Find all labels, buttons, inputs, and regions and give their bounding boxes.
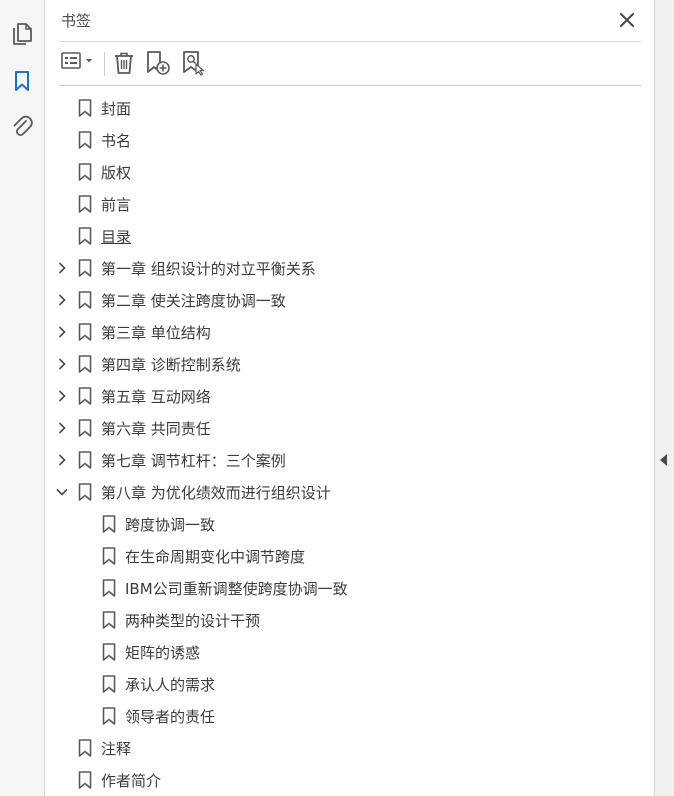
bookmark-item[interactable]: 前言 — [45, 188, 605, 220]
chevron-right-icon[interactable] — [55, 453, 69, 467]
bookmark-icon — [78, 323, 92, 341]
header-divider — [59, 41, 641, 42]
bookmark-item[interactable]: 两种类型的设计干预 — [45, 604, 605, 636]
bookmark-icon — [78, 259, 92, 277]
bookmark-label: 在生命周期变化中调节跨度 — [125, 548, 306, 566]
panel-title: 书签 — [61, 12, 92, 30]
bookmark-label: 第三章 单位结构 — [101, 324, 211, 342]
bookmark-item[interactable]: 跨度协调一致 — [45, 508, 605, 540]
left-tool-rail — [0, 0, 45, 796]
bookmark-icon — [102, 515, 116, 533]
find-current-bookmark-icon[interactable] — [179, 48, 207, 78]
bookmark-icon — [78, 771, 92, 789]
chevron-right-icon[interactable] — [55, 325, 69, 339]
bookmark-icon — [78, 163, 92, 181]
bookmark-item[interactable]: IBM公司重新调整使跨度协调一致 — [45, 572, 605, 604]
chevron-right-icon[interactable] — [55, 389, 69, 403]
delete-bookmark-icon[interactable] — [111, 48, 137, 78]
bookmark-item[interactable]: 第三章 单位结构 — [45, 316, 605, 348]
bookmark-icon — [78, 483, 92, 501]
bookmark-label: 第七章 调节杠杆：三个案例 — [101, 452, 286, 470]
bookmark-item[interactable]: 承认人的需求 — [45, 668, 605, 700]
bookmark-label: 矩阵的诱惑 — [125, 644, 201, 662]
bookmark-label: 注释 — [101, 740, 132, 758]
bookmark-item[interactable]: 作者简介 — [45, 764, 605, 796]
bookmark-icon — [78, 99, 92, 117]
bookmark-item[interactable]: 注释 — [45, 732, 605, 764]
bookmark-label: 第五章 互动网络 — [101, 388, 211, 406]
bookmark-icon — [78, 387, 92, 405]
toolbar-divider — [59, 85, 641, 86]
bookmark-icon — [78, 355, 92, 373]
toolbar-separator — [104, 52, 105, 76]
bookmark-icon — [78, 227, 92, 245]
bookmark-item[interactable]: 书名 — [45, 124, 605, 156]
bookmark-icon — [102, 643, 116, 661]
right-collapse-strip — [654, 0, 674, 796]
bookmark-label: 作者简介 — [101, 772, 162, 790]
bookmark-icon — [78, 291, 92, 309]
pages-icon[interactable] — [8, 20, 36, 48]
bookmark-item[interactable]: 第六章 共同责任 — [45, 412, 605, 444]
bookmark-item[interactable]: 第五章 互动网络 — [45, 380, 605, 412]
bookmark-item[interactable]: 第八章 为优化绩效而进行组织设计 — [45, 476, 605, 508]
bookmark-item[interactable]: 目录 — [45, 220, 605, 252]
bookmark-item[interactable]: 第四章 诊断控制系统 — [45, 348, 605, 380]
bookmark-label: 第一章 组织设计的对立平衡关系 — [101, 260, 316, 278]
chevron-right-icon[interactable] — [55, 421, 69, 435]
bookmark-label: 版权 — [101, 164, 132, 182]
bookmark-icon — [78, 195, 92, 213]
bookmark-item[interactable]: 领导者的责任 — [45, 700, 605, 732]
bookmark-label: 第四章 诊断控制系统 — [101, 356, 241, 374]
bookmark-label: 承认人的需求 — [125, 676, 216, 694]
bookmark-label: 书名 — [101, 132, 132, 150]
collapse-panel-arrow-icon[interactable] — [660, 451, 668, 470]
bookmark-label: 第六章 共同责任 — [101, 420, 211, 438]
bookmark-label: 领导者的责任 — [125, 708, 216, 726]
panel-header: 书签 — [45, 0, 645, 41]
bookmark-item[interactable]: 第一章 组织设计的对立平衡关系 — [45, 252, 605, 284]
bookmark-icon — [102, 547, 116, 565]
bookmark-label: 封面 — [101, 100, 132, 118]
bookmark-icon — [102, 611, 116, 629]
options-menu-icon — [60, 51, 96, 75]
bookmark-icon — [102, 707, 116, 725]
bookmark-label: 跨度协调一致 — [125, 516, 216, 534]
bookmark-label: 目录 — [101, 228, 132, 246]
bookmark-item[interactable]: 矩阵的诱惑 — [45, 636, 605, 668]
chevron-right-icon[interactable] — [55, 293, 69, 307]
close-icon[interactable] — [615, 8, 639, 32]
bookmark-label: IBM公司重新调整使跨度协调一致 — [125, 580, 348, 598]
chevron-right-icon[interactable] — [55, 357, 69, 371]
bookmark-label: 前言 — [101, 196, 132, 214]
bookmark-toolbar — [45, 44, 645, 84]
bookmark-icon — [78, 739, 92, 757]
bookmark-label: 第二章 使关注跨度协调一致 — [101, 292, 286, 310]
chevron-down-icon[interactable] — [55, 485, 69, 499]
bookmark-label: 两种类型的设计干预 — [125, 612, 261, 630]
bookmark-icon — [102, 675, 116, 693]
bookmark-icon — [102, 579, 116, 597]
new-bookmark-icon[interactable] — [144, 48, 172, 78]
bookmark-item[interactable]: 在生命周期变化中调节跨度 — [45, 540, 605, 572]
bookmarks-icon[interactable] — [8, 67, 36, 95]
attachments-icon[interactable] — [8, 112, 36, 140]
bookmark-icon — [78, 419, 92, 437]
options-menu-button[interactable] — [59, 48, 97, 78]
chevron-right-icon[interactable] — [55, 261, 69, 275]
bookmark-item[interactable]: 版权 — [45, 156, 605, 188]
bookmark-icon — [78, 131, 92, 149]
bookmark-label: 第八章 为优化绩效而进行组织设计 — [101, 484, 331, 502]
bookmark-item[interactable]: 第七章 调节杠杆：三个案例 — [45, 444, 605, 476]
bookmark-item[interactable]: 第二章 使关注跨度协调一致 — [45, 284, 605, 316]
bookmark-icon — [78, 451, 92, 469]
bookmarks-panel: 书签 封面 书名 版权 前言 目录 第一章 组织设计的对立平衡关系 第二章 使关… — [45, 0, 655, 796]
bookmark-item[interactable]: 封面 — [45, 92, 605, 124]
